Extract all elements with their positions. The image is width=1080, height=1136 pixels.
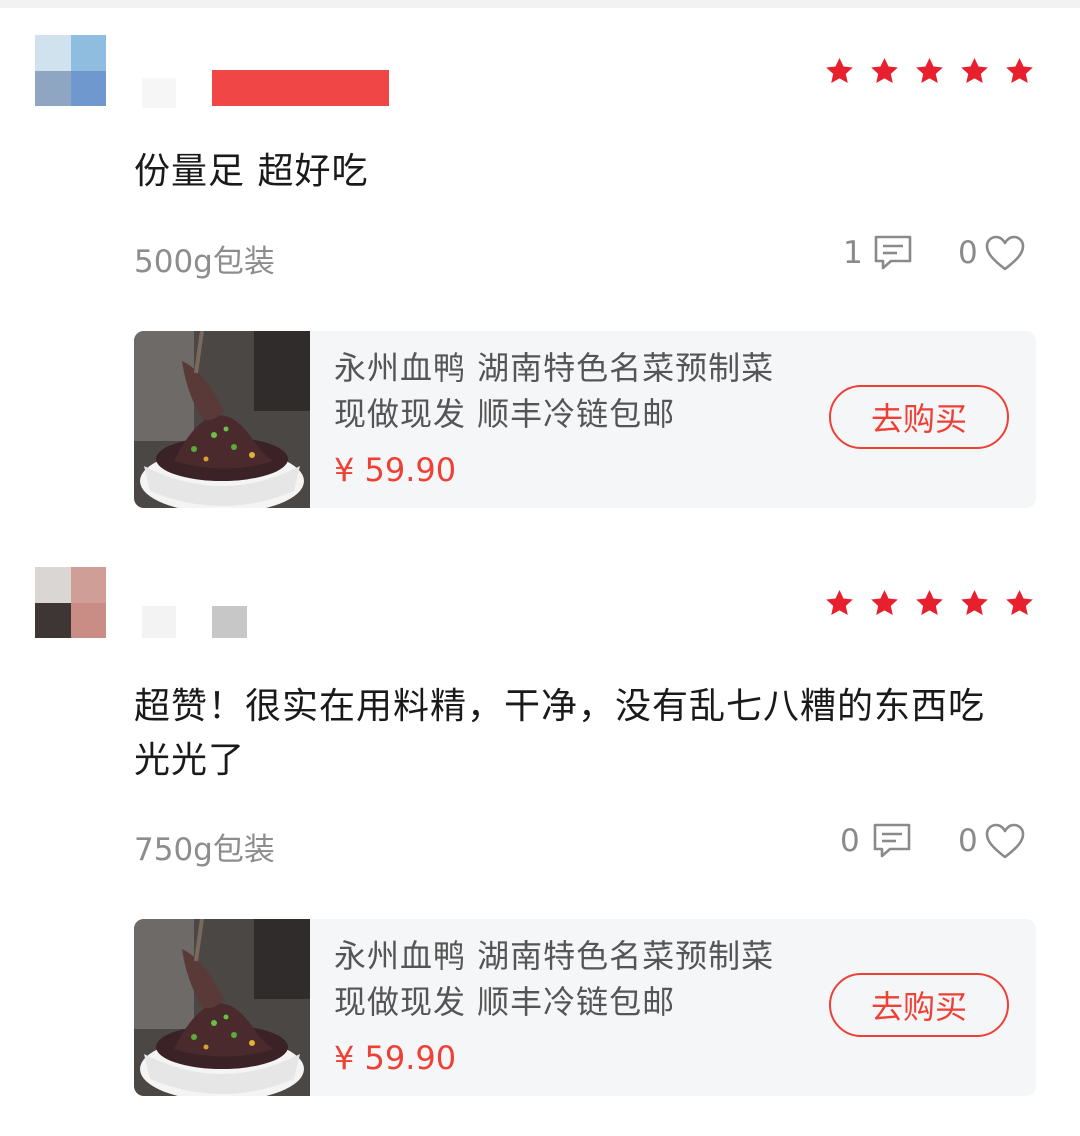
- heart-icon: [984, 234, 1026, 272]
- star-icon: [914, 588, 945, 619]
- comment-count: 1: [843, 235, 863, 271]
- product-image: [134, 919, 310, 1096]
- like-button[interactable]: 0: [958, 822, 1026, 860]
- avatar[interactable]: [35, 567, 106, 638]
- like-count: 0: [958, 235, 978, 271]
- star-icon: [1004, 588, 1035, 619]
- comment-button[interactable]: 1: [843, 234, 913, 272]
- product-image: [134, 331, 310, 508]
- comment-icon: [873, 234, 913, 272]
- review-item: 超赞！很实在用料精，干净，没有乱七八糟的东西吃光光了 750g包装 0 0 永州…: [0, 532, 1080, 1096]
- review-text: 超赞！很实在用料精，干净，没有乱七八糟的东西吃光光了: [134, 686, 986, 781]
- heart-icon: [984, 822, 1026, 860]
- like-count: 0: [958, 823, 978, 859]
- product-title: 永州血鸭 湖南特色名菜预制菜 现做现发 顺丰冷链包邮: [334, 349, 775, 433]
- comment-button[interactable]: 0: [840, 822, 912, 860]
- star-icon: [1004, 56, 1035, 87]
- star-icon: [824, 588, 855, 619]
- rating-stars: [824, 56, 1035, 87]
- product-price: ¥ 59.90: [334, 1039, 457, 1077]
- rating-stars: [824, 588, 1035, 619]
- star-icon: [959, 56, 990, 87]
- star-icon: [824, 56, 855, 87]
- star-icon: [959, 588, 990, 619]
- buy-button[interactable]: 去购买: [829, 973, 1009, 1037]
- star-icon: [869, 588, 900, 619]
- product-title: 永州血鸭 湖南特色名菜预制菜 现做现发 顺丰冷链包邮: [334, 937, 775, 1021]
- product-card[interactable]: 永州血鸭 湖南特色名菜预制菜 现做现发 顺丰冷链包邮 ¥ 59.90 去购买: [134, 331, 1036, 508]
- spec-label: 750g包装: [134, 832, 275, 868]
- star-icon: [869, 56, 900, 87]
- comment-icon: [872, 822, 912, 860]
- comment-count: 0: [840, 823, 860, 859]
- review-text: 份量足 超好吃: [134, 151, 369, 192]
- buy-button[interactable]: 去购买: [829, 385, 1009, 449]
- review-item: 份量足 超好吃 500g包装 1 0 永州血鸭 湖南特色名菜预制菜 现做现发 顺…: [0, 0, 1080, 560]
- product-price: ¥ 59.90: [334, 451, 457, 489]
- star-icon: [914, 56, 945, 87]
- like-button[interactable]: 0: [958, 234, 1026, 272]
- spec-label: 500g包装: [134, 244, 275, 280]
- product-card[interactable]: 永州血鸭 湖南特色名菜预制菜 现做现发 顺丰冷链包邮 ¥ 59.90 去购买: [134, 919, 1036, 1096]
- avatar[interactable]: [35, 35, 106, 106]
